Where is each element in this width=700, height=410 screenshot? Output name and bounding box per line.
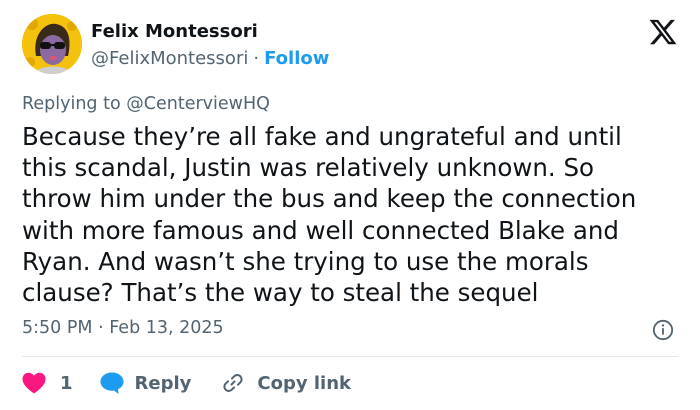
copy-link-button[interactable]: Copy link <box>221 371 351 395</box>
x-logo-icon[interactable] <box>648 17 678 47</box>
author-handle[interactable]: @FelixMontessori <box>91 48 248 69</box>
post-text-line: Ryan. And wasn’t she trying to use the m… <box>22 246 589 276</box>
link-icon <box>223 374 243 392</box>
avatar[interactable] <box>22 14 82 74</box>
author-handle-row: @FelixMontessori · Follow <box>91 48 329 69</box>
info-icon[interactable] <box>652 319 674 341</box>
post-text-line: this scandal, Justin was relatively unkn… <box>22 153 595 183</box>
separator-dot: · <box>253 48 260 69</box>
divider <box>22 356 678 357</box>
reply-label: Reply <box>134 372 192 394</box>
replying-prefix: Replying to <box>22 94 121 114</box>
post-text: Because they’re all fake and ungrateful … <box>22 121 682 308</box>
heart-icon <box>22 372 46 394</box>
author-name[interactable]: Felix Montessori <box>91 21 258 42</box>
like-button[interactable]: 1 <box>22 372 73 394</box>
post-text-line: clause? That’s the way to steal the sequ… <box>22 278 539 308</box>
action-bar: 1 Reply Copy link <box>22 370 351 396</box>
follow-button[interactable]: Follow <box>264 48 329 69</box>
speech-bubble-icon <box>100 372 124 394</box>
like-count: 1 <box>60 372 73 394</box>
reply-button[interactable]: Reply <box>99 371 192 395</box>
replying-to: Replying to @CenterviewHQ <box>22 94 270 114</box>
reply-target-link[interactable]: @CenterviewHQ <box>126 94 270 114</box>
post-text-line: with more famous and well connected Blak… <box>22 215 619 245</box>
copy-link-label: Copy link <box>257 372 351 394</box>
post-text-line: throw him under the bus and keep the con… <box>22 184 637 214</box>
post-text-line: Because they’re all fake and ungrateful … <box>22 122 622 151</box>
post-card: Felix Montessori @FelixMontessori · Follow… <box>0 0 700 410</box>
post-timestamp[interactable]: 5:50 PM · Feb 13, 2025 <box>22 318 224 338</box>
